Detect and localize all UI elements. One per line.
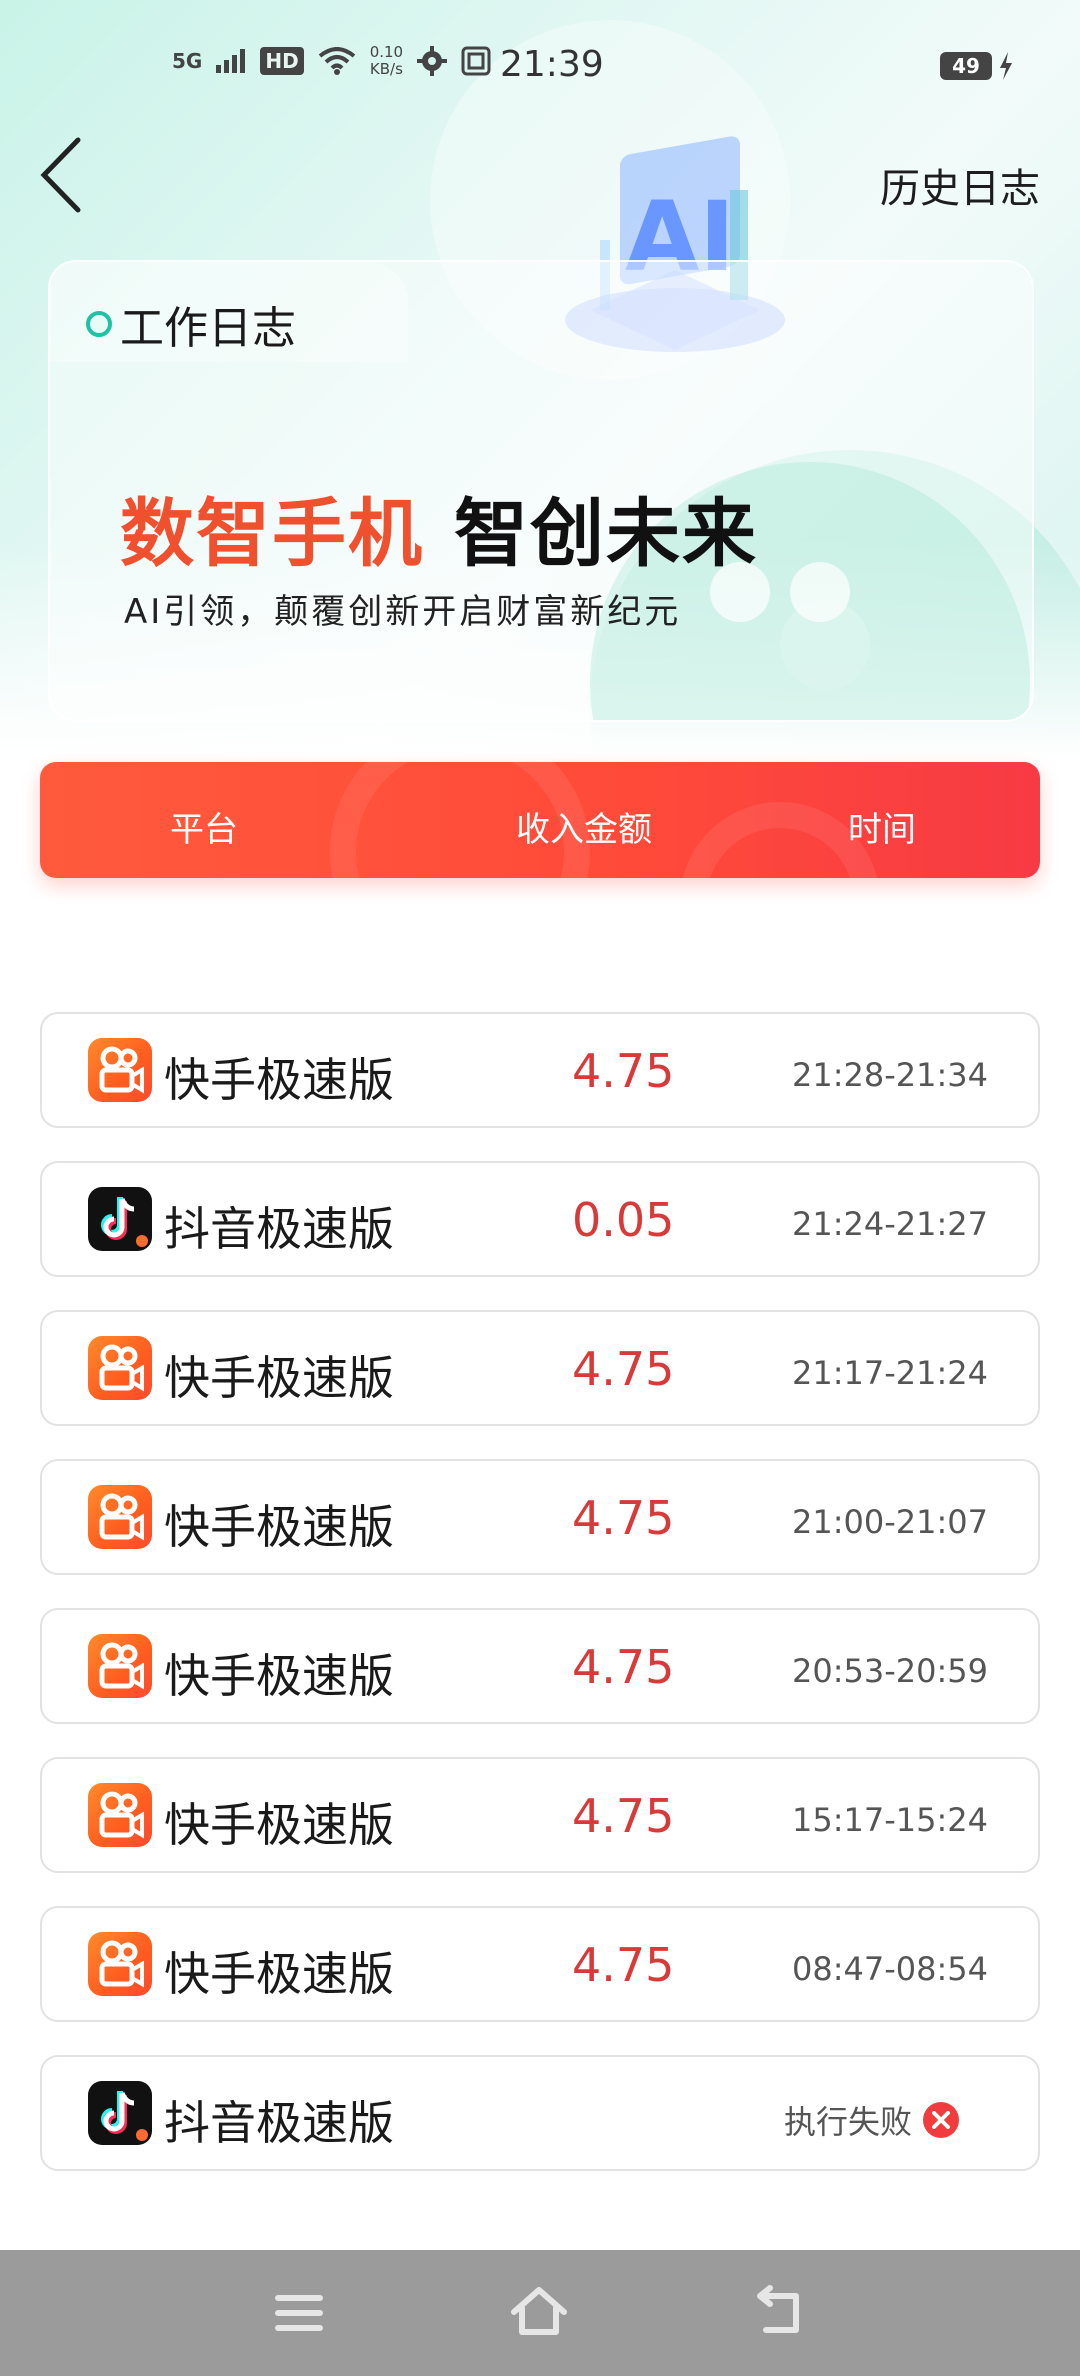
column-platform: 平台 [170,810,238,850]
time-range: 15:17-15:24 [792,1801,988,1839]
column-time: 时间 [848,810,916,850]
app-name: 快手极速版 [164,1798,394,1852]
status-bar: 5G HD 0.10 KB/s 21:39 49 [0,0,1080,140]
wifi-icon [318,47,355,75]
time-range: 21:17-21:24 [792,1354,988,1392]
slogan: 数智手机 智创未来 [120,474,758,581]
income-amount: 4.75 [572,1491,675,1545]
log-row[interactable]: 快手极速版 4.75 21:00-21:07 [40,1459,1040,1575]
douyin-icon [88,1187,152,1251]
speed-value: 0.10 [369,43,404,61]
error-icon [923,2102,960,2138]
kuaishou-icon [88,1336,152,1400]
chevron-left-icon [40,137,81,213]
income-amount: 4.75 [572,1938,675,1992]
income-amount: 4.75 [572,1044,675,1098]
app-name: 快手极速版 [164,1351,394,1405]
work-log-tab: 工作日志 [86,292,296,356]
signal-icon [216,49,246,73]
slogan-red: 数智手机 [120,491,424,577]
group-icon [461,46,491,76]
network-speed: 0.10 KB/s [370,44,403,78]
menu-icon [275,2295,323,2331]
kuaishou-icon [88,1634,152,1698]
app-name: 快手极速版 [164,1947,394,2001]
slogan-black: 智创未来 [454,491,758,577]
column-amount: 收入金额 [516,810,652,850]
gear-icon [417,46,448,76]
app-name: 抖音极速版 [164,1202,394,1256]
tab-indicator-icon [86,311,112,337]
kuaishou-icon [88,1038,152,1102]
income-amount: 4.75 [572,1342,675,1396]
log-row[interactable]: 抖音极速版 执行失败 [40,2055,1040,2171]
kuaishou-icon [88,1783,152,1847]
execution-status: 执行失败 [784,2097,960,2143]
status-text: 执行失败 [784,2103,913,2141]
return-icon [757,2285,799,2333]
log-row[interactable]: 抖音极速版 0.05 21:24-21:27 [40,1161,1040,1277]
speed-unit: KB/s [369,60,403,78]
slogan-subtitle: AI引领，颠覆创新开启财富新纪元 [124,592,682,632]
kuaishou-icon [88,1932,152,1996]
app-name: 快手极速版 [164,1649,394,1703]
income-amount: 0.05 [572,1193,675,1247]
time-range: 08:47-08:54 [792,1950,988,1988]
log-row[interactable]: 快手极速版 4.75 20:53-20:59 [40,1608,1040,1724]
hd-badge: HD [260,47,304,75]
app-name: 快手极速版 [164,1500,394,1554]
home-icon [511,2287,567,2335]
time-range: 21:00-21:07 [792,1503,988,1541]
log-row[interactable]: 快手极速版 4.75 15:17-15:24 [40,1757,1040,1873]
battery-level: 49 [940,52,992,80]
log-row[interactable]: 快手极速版 4.75 21:28-21:34 [40,1012,1040,1128]
table-header: 平台 收入金额 时间 [40,762,1040,878]
time-range: 20:53-20:59 [792,1652,988,1690]
income-amount: 4.75 [572,1789,675,1843]
log-row[interactable]: 快手极速版 4.75 21:17-21:24 [40,1310,1040,1426]
app-name: 快手极速版 [164,1053,394,1107]
back-nav-button[interactable] [744,2278,814,2348]
kuaishou-icon [88,1485,152,1549]
clock: 21:39 [500,44,604,85]
status-icons: 5G HD 0.10 KB/s [172,44,491,78]
menu-button[interactable] [264,2278,334,2348]
time-range: 21:28-21:34 [792,1056,988,1094]
back-button[interactable] [30,130,100,220]
history-log-link[interactable]: 历史日志 [880,156,1040,214]
income-amount: 4.75 [572,1640,675,1694]
app-name: 抖音极速版 [164,2096,394,2150]
work-log-title: 工作日志 [120,303,296,354]
battery: 49 [940,52,1014,80]
card-decoration [790,562,850,622]
network-label: 5G [172,49,203,73]
system-nav-bar [0,2250,1080,2376]
time-range: 21:24-21:27 [792,1205,988,1243]
home-button[interactable] [504,2278,574,2348]
log-row[interactable]: 快手极速版 4.75 08:47-08:54 [40,1906,1040,2022]
charging-icon [1000,52,1012,80]
douyin-icon [88,2081,152,2145]
